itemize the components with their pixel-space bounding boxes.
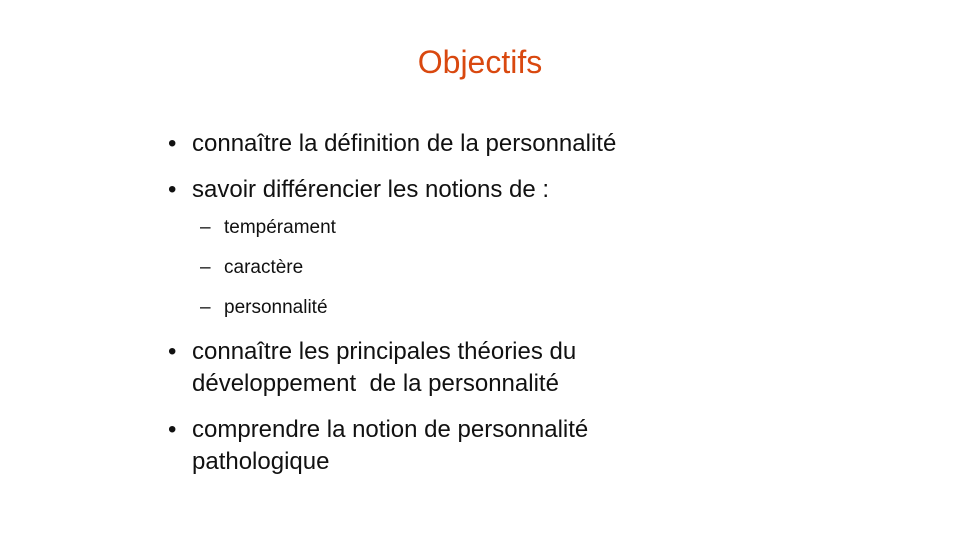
bullet-item: • connaître les principales théories du … <box>160 336 800 400</box>
sub-item: – caractère <box>160 256 800 280</box>
bullet-list: • connaître la définition de la personna… <box>160 128 800 492</box>
sub-text: caractère <box>224 257 304 278</box>
bullet-text-line: développement de la personnalité <box>192 370 559 397</box>
bullet-item: • comprendre la notion de personnalité p… <box>160 414 800 478</box>
bullet-text: savoir différencier les notions de : <box>192 176 550 203</box>
sub-item: – tempérament <box>160 216 800 240</box>
dash-mark: – <box>200 257 211 278</box>
bullet-text: connaître la définition de la personnali… <box>192 130 617 157</box>
bullet-text-line: pathologique <box>192 448 330 475</box>
bullet-text-line: comprendre la notion de personnalité <box>192 416 589 443</box>
slide: Objectifs • connaître la définition de l… <box>0 0 960 540</box>
sub-text: tempérament <box>224 217 336 238</box>
slide-title: Objectifs <box>417 44 543 80</box>
sub-item: – personnalité <box>160 296 800 320</box>
bullet-item: • savoir différencier les notions de : <box>160 174 800 206</box>
bullet-mark: • <box>168 338 177 365</box>
dash-mark: – <box>200 217 211 238</box>
sub-text: personnalité <box>224 297 328 318</box>
bullet-item: • connaître la définition de la personna… <box>160 128 800 160</box>
bullet-mark: • <box>168 176 177 203</box>
bullet-mark: • <box>168 416 177 443</box>
sub-list: – tempérament – caractère – personnalité <box>160 216 800 320</box>
bullet-text-line: connaître les principales théories du <box>192 338 577 365</box>
bullet-mark: • <box>168 130 177 157</box>
dash-mark: – <box>200 297 211 318</box>
